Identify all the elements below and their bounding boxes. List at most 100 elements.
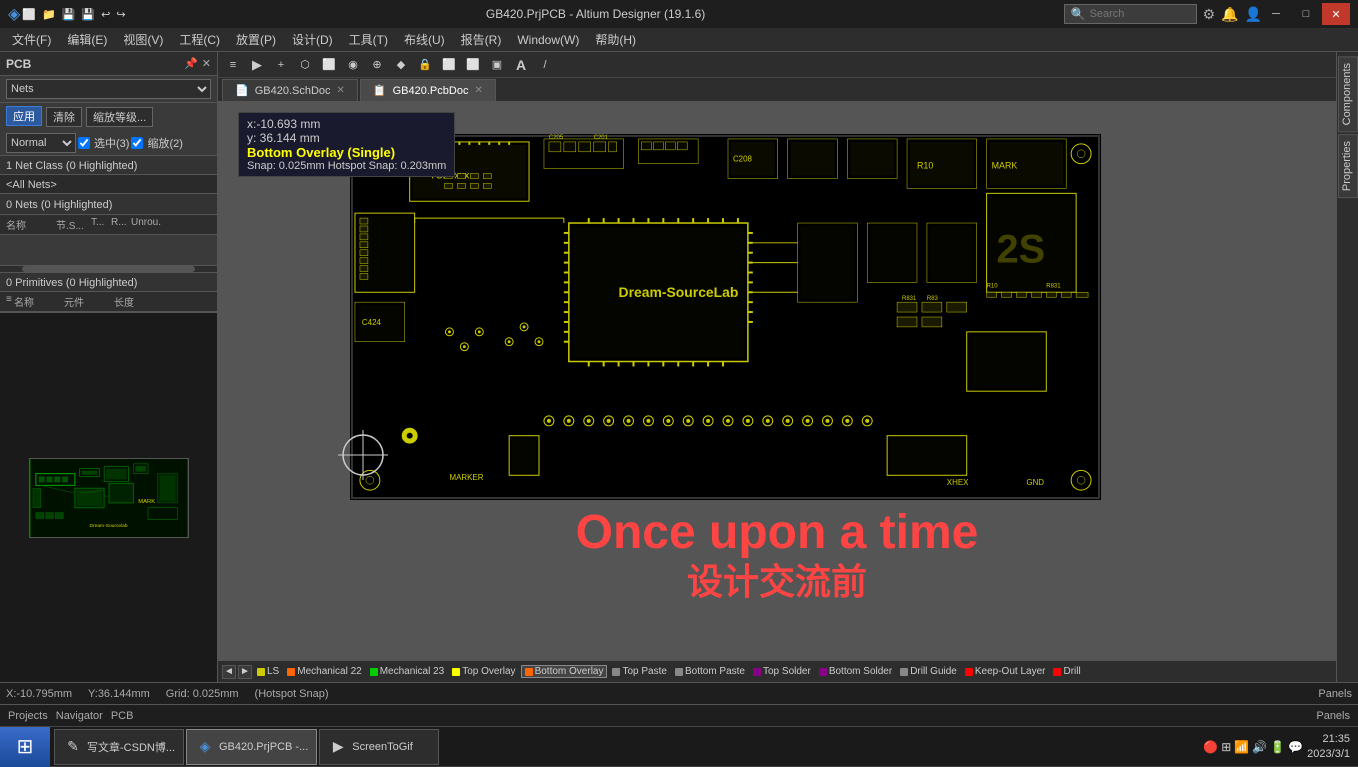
menu-reports[interactable]: 报告(R) (453, 29, 510, 50)
status-tab-projects[interactable]: Projects (8, 710, 48, 722)
tray-icon-msg[interactable]: 💬 (1288, 740, 1303, 754)
highlight-mode-dropdown[interactable]: Normal (6, 133, 76, 153)
notifications-icon[interactable]: 🔔 (1221, 6, 1238, 23)
taskbar-item-csdn[interactable]: ✎ 写文章-CSDN博... (54, 729, 184, 765)
status-tab-navigator[interactable]: Navigator (56, 710, 103, 722)
panels-status-btn[interactable]: Panels (1316, 710, 1350, 722)
menu-window[interactable]: Window(W) (509, 31, 587, 49)
tab-pcbdoc[interactable]: 📋 GB420.PcbDoc ✕ (360, 79, 496, 101)
all-nets-item[interactable]: <All Nets> (0, 175, 217, 194)
start-button[interactable]: ⊞ (0, 727, 50, 767)
layer-tab-drill-guide[interactable]: Drill Guide (897, 666, 960, 677)
close-button[interactable]: ✕ (1322, 3, 1350, 25)
select-checkbox-row: 选中(3) (78, 134, 129, 152)
watermark-text: Once upon a time (576, 505, 979, 560)
grid-icon[interactable]: ▣ (486, 55, 508, 75)
zoom-checkbox[interactable] (131, 137, 143, 149)
square1-icon[interactable]: ⬜ (438, 55, 460, 75)
tray-icon-sound[interactable]: 🔊 (1252, 740, 1267, 754)
tray-icon-1[interactable]: 🔴 (1203, 740, 1218, 754)
minimize-button[interactable]: ─ (1262, 3, 1290, 25)
settings-icon[interactable]: ⚙ (1203, 6, 1216, 23)
layer-tab-top-paste[interactable]: Top Paste (609, 666, 669, 677)
tab-schdoc-icon: 📄 (235, 84, 249, 97)
toolbar-icon-new[interactable]: ⬜ (20, 8, 38, 21)
menu-view[interactable]: 视图(V) (115, 29, 171, 50)
layer-tab-top-overlay[interactable]: Top Overlay (449, 666, 518, 677)
nets-dropdown[interactable]: Nets (6, 79, 211, 99)
toolbar-icon-saveall[interactable]: 💾 (79, 8, 97, 21)
zoom-button[interactable]: 缩放等级... (86, 107, 153, 127)
line-icon[interactable]: / (534, 55, 556, 75)
layer-tab-mech22[interactable]: Mechanical 22 (284, 666, 364, 677)
search-input[interactable] (1090, 8, 1190, 20)
layer-tab-bottom-overlay[interactable]: Bottom Overlay (521, 665, 608, 678)
tab-schdoc-close[interactable]: ✕ (337, 85, 345, 96)
text-icon[interactable]: A (510, 55, 532, 75)
lock-icon[interactable]: 🔒 (414, 55, 436, 75)
via-icon[interactable]: ◉ (342, 55, 364, 75)
menu-tools[interactable]: 工具(T) (341, 29, 396, 50)
layer-dot-top-solder (753, 668, 761, 676)
tab-pcbdoc-close[interactable]: ✕ (474, 85, 482, 96)
toolbar-icon-undo[interactable]: ↩ (99, 8, 112, 21)
menu-place[interactable]: 放置(P) (228, 29, 284, 50)
filter-icon[interactable]: ≡ (222, 55, 244, 75)
status-tab-pcb[interactable]: PCB (111, 710, 134, 722)
apply-button[interactable]: 应用 (6, 106, 42, 126)
restore-button[interactable]: □ (1292, 3, 1320, 25)
tab-schdoc[interactable]: 📄 GB420.SchDoc ✕ (222, 79, 358, 101)
layer-nav-next[interactable]: ► (238, 665, 252, 679)
layer-tab-ls[interactable]: LS (254, 666, 282, 677)
crosshair-cursor (338, 430, 388, 480)
tray-icon-2[interactable]: ⊞ (1221, 740, 1231, 754)
prim-col3: 长度 (114, 294, 134, 309)
rect-icon[interactable]: ⬜ (318, 55, 340, 75)
taskbar-date: 2023/3/1 (1307, 747, 1350, 761)
pcb-board[interactable]: C205 C201 (348, 132, 1103, 502)
select-checkbox[interactable] (78, 137, 90, 149)
taskbar-item-screentogif[interactable]: ▶ ScreenToGif (319, 729, 439, 765)
titlebar: ◈ ⬜ 📁 💾 💾 ↩ ↪ GB420.PrjPCB - Altium Desi… (0, 0, 1358, 28)
layer-tab-top-solder[interactable]: Top Solder (750, 666, 814, 677)
layer-tab-drill[interactable]: Drill (1050, 666, 1083, 677)
components-panel-btn[interactable]: Components (1338, 56, 1358, 132)
window-controls: ─ □ ✕ (1262, 3, 1350, 25)
toolbar-icon-save[interactable]: 💾 (60, 8, 78, 21)
toolbar-icon-open[interactable]: 📁 (40, 8, 58, 21)
layer-tab-bottom-solder[interactable]: Bottom Solder (816, 666, 895, 677)
route-icon[interactable]: ▶ (246, 55, 268, 75)
tray-icon-3[interactable]: 📶 (1234, 740, 1249, 754)
add-icon[interactable]: + (270, 55, 292, 75)
square2-icon[interactable]: ⬜ (462, 55, 484, 75)
pad-icon[interactable]: ⬡ (294, 55, 316, 75)
toolbar-icon-redo[interactable]: ↪ (114, 8, 127, 21)
menu-route[interactable]: 布线(U) (396, 29, 453, 50)
menu-project[interactable]: 工程(C) (171, 29, 228, 50)
account-icon[interactable]: 👤 (1245, 6, 1262, 23)
minimap-board: MARK Dream-Sourcelab (29, 458, 189, 538)
nets-scrollbar[interactable] (0, 265, 217, 273)
layer-label-mech22: Mechanical 22 (297, 666, 361, 677)
layer-tab-keepout[interactable]: Keep-Out Layer (962, 666, 1049, 677)
clear-button[interactable]: 清除 (46, 107, 82, 127)
panel-close-icon[interactable]: ✕ (202, 57, 211, 70)
panels-button[interactable]: Panels (1318, 688, 1352, 700)
canvas-area[interactable]: x:-10.693 mm y: 36.144 mm Bottom Overlay… (218, 102, 1336, 660)
diamond-icon[interactable]: ◆ (390, 55, 412, 75)
layer-tab-mech23[interactable]: Mechanical 23 (367, 666, 447, 677)
cross-icon[interactable]: ⊕ (366, 55, 388, 75)
menu-edit[interactable]: 编辑(E) (59, 29, 115, 50)
menu-help[interactable]: 帮助(H) (587, 29, 644, 50)
layer-tab-bottom-paste[interactable]: Bottom Paste (672, 666, 748, 677)
layer-nav-prev[interactable]: ◄ (222, 665, 236, 679)
menu-design[interactable]: 设计(D) (284, 29, 341, 50)
tray-icon-battery[interactable]: 🔋 (1270, 740, 1285, 754)
menu-file[interactable]: 文件(F) (4, 29, 59, 50)
panel-pin-icon[interactable]: 📌 (184, 57, 198, 70)
taskbar-item-altium[interactable]: ◈ GB420.PrjPCB -... (186, 729, 317, 765)
windows-icon: ⊞ (17, 734, 34, 759)
taskbar-datetime[interactable]: 21:35 2023/3/1 (1307, 732, 1350, 761)
col-t: T... (91, 217, 111, 232)
properties-panel-btn[interactable]: Properties (1338, 134, 1358, 198)
